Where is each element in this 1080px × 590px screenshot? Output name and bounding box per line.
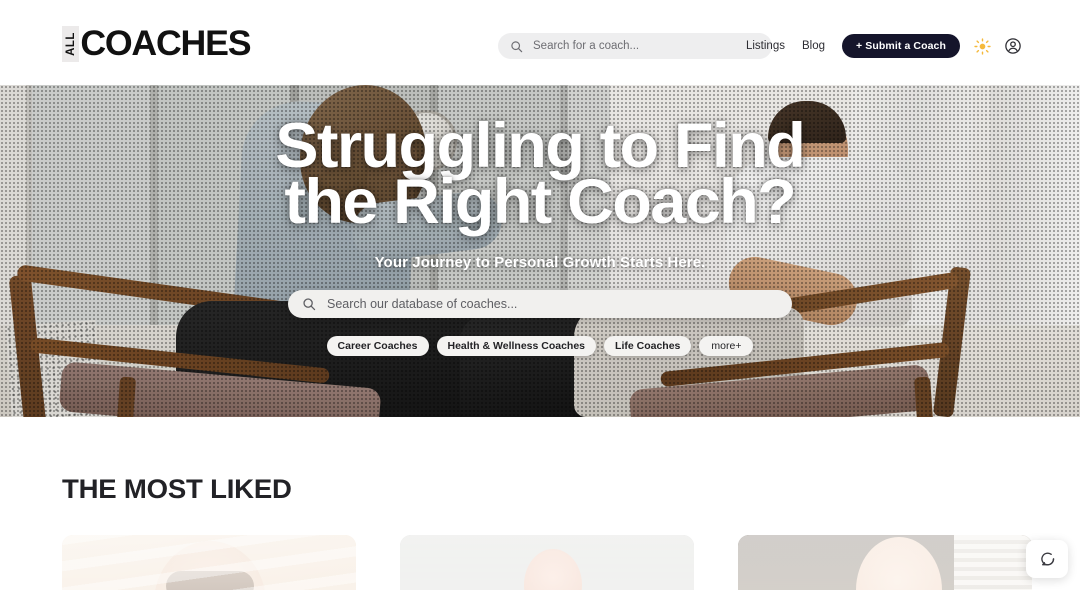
- coach-card-2[interactable]: [400, 535, 694, 590]
- hero-subtitle: Your Journey to Personal Growth Starts H…: [374, 254, 706, 271]
- nav-link-listings[interactable]: Listings: [746, 40, 785, 52]
- coach-card-image: [738, 535, 1032, 590]
- hero-title-line-2: the Right Coach?: [284, 167, 797, 237]
- coach-card-3[interactable]: [738, 535, 1032, 590]
- sun-icon[interactable]: [974, 37, 991, 55]
- hero-content: Struggling to Find the Right Coach? Your…: [0, 85, 1080, 417]
- chip-more[interactable]: more+: [699, 336, 754, 356]
- nav-link-blog[interactable]: Blog: [802, 40, 825, 52]
- chip-career-coaches[interactable]: Career Coaches: [326, 336, 429, 356]
- hero-title-line-1: Struggling to Find: [275, 111, 807, 181]
- chip-life-coaches[interactable]: Life Coaches: [604, 336, 692, 356]
- header-nav: Listings Blog + Submit a Coach: [746, 34, 1022, 58]
- submit-coach-button[interactable]: + Submit a Coach: [842, 34, 960, 58]
- chat-widget-button[interactable]: [1026, 540, 1068, 578]
- coach-card-image: [62, 535, 356, 590]
- site-logo[interactable]: ALL COACHES: [62, 24, 252, 63]
- chat-bubble-icon: [1039, 551, 1056, 568]
- hero-banner: Struggling to Find the Right Coach? Your…: [0, 85, 1080, 417]
- search-icon: [510, 40, 523, 53]
- coach-card-list: [62, 535, 1032, 590]
- page-root: ALL COACHES Search for a coach... Listin…: [0, 0, 1080, 590]
- logo-badge: ALL: [62, 26, 79, 62]
- category-chip-list: Career Coaches Health & Wellness Coaches…: [326, 336, 754, 356]
- coach-card-image: [400, 535, 694, 590]
- header-search-placeholder: Search for a coach...: [533, 40, 640, 52]
- section-title: THE MOST LIKED: [62, 474, 292, 504]
- site-header: ALL COACHES Search for a coach... Listin…: [0, 0, 1080, 85]
- coach-card-1[interactable]: [62, 535, 356, 590]
- chip-health-wellness-coaches[interactable]: Health & Wellness Coaches: [436, 336, 597, 356]
- hero-search-bar[interactable]: Search our database of coaches...: [288, 290, 792, 318]
- search-icon: [302, 297, 316, 311]
- hero-search-placeholder: Search our database of coaches...: [327, 297, 518, 311]
- logo-wordmark: COACHES: [80, 24, 251, 63]
- most-liked-section: THE MOST LIKED: [0, 417, 1080, 590]
- hero-title: Struggling to Find the Right Coach?: [275, 111, 807, 237]
- header-search-bar[interactable]: Search for a coach...: [498, 33, 772, 59]
- logo-badge-text: ALL: [64, 32, 77, 56]
- user-circle-icon[interactable]: [1004, 37, 1022, 55]
